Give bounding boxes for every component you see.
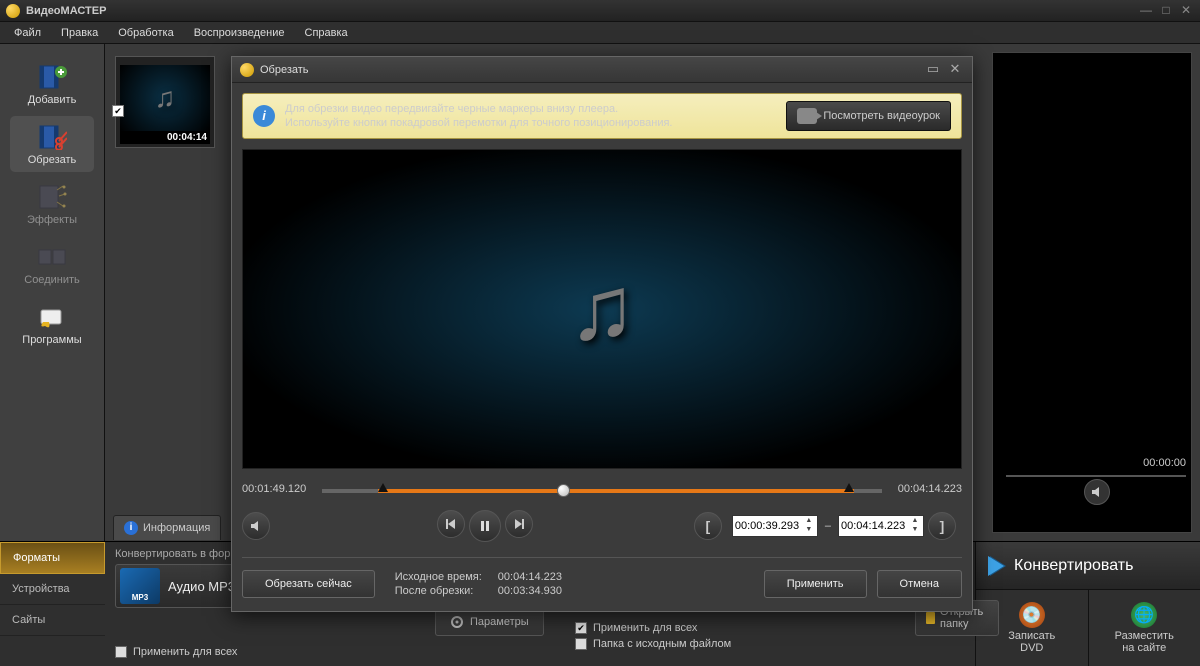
hint-line2: Используйте кнопки покадровой перемотки … [285, 116, 776, 130]
in-time-spinner[interactable]: ▲▼ [803, 517, 815, 535]
in-time-input[interactable]: 00:00:39.293 ▲▼ [732, 515, 818, 537]
camera-icon [797, 108, 817, 124]
src-time-value: 00:04:14.223 [498, 571, 562, 583]
timeline-time-left: 00:01:49.120 [242, 483, 306, 495]
frame-back-button[interactable] [437, 510, 465, 538]
trim-dialog: Обрезать ▭ ✕ i Для обрезки видео передви… [231, 56, 973, 612]
frame-back-icon [445, 518, 457, 530]
dialog-close-button[interactable]: ✕ [946, 62, 964, 78]
pause-icon [478, 519, 492, 533]
dialog-bottom-bar: Обрезать сейчас Исходное время: 00:04:14… [242, 557, 962, 599]
in-time-value: 00:00:39.293 [735, 520, 803, 532]
watch-tutorial-label: Посмотреть видеоурок [823, 110, 940, 122]
timeline-track[interactable] [322, 489, 882, 493]
music-note-icon: ♫ [568, 258, 636, 361]
watch-tutorial-button[interactable]: Посмотреть видеоурок [786, 101, 951, 131]
hint-line1: Для обрезки видео передвигайте черные ма… [285, 102, 776, 116]
set-out-button[interactable]: ] [928, 512, 956, 540]
out-time-input[interactable]: 00:04:14.223 ▲▼ [838, 515, 924, 537]
dialog-titlebar[interactable]: Обрезать ▭ ✕ [232, 57, 972, 83]
dialog-minimize-button[interactable]: ▭ [924, 62, 942, 78]
frame-forward-button[interactable] [505, 510, 533, 538]
playback-controls: [ 00:00:39.293 ▲▼ – 00:04:14.223 ▲▼ ] [242, 509, 962, 543]
volume-icon [249, 519, 263, 533]
src-time-label: Исходное время: [395, 570, 495, 584]
timeline-marker-out[interactable] [844, 483, 854, 492]
hint-text: Для обрезки видео передвигайте черные ма… [285, 102, 776, 130]
volume-button[interactable] [242, 512, 270, 540]
dialog-title: Обрезать [260, 64, 920, 76]
timeline-playhead[interactable] [557, 484, 570, 497]
hint-bar: i Для обрезки видео передвигайте черные … [242, 93, 962, 139]
hint-info-icon: i [253, 105, 275, 127]
dialog-preview: ♫ [242, 149, 962, 469]
timeline-selection [378, 489, 854, 493]
modal-overlay: Обрезать ▭ ✕ i Для обрезки видео передви… [0, 0, 1200, 666]
time-info: Исходное время: 00:04:14.223 После обрез… [395, 570, 562, 598]
cut-now-button[interactable]: Обрезать сейчас [242, 570, 375, 598]
out-time-value: 00:04:14.223 [841, 520, 909, 532]
play-pause-button[interactable] [469, 510, 501, 542]
set-in-button[interactable]: [ [694, 512, 722, 540]
frame-fwd-icon [513, 518, 525, 530]
out-time-spinner[interactable]: ▲▼ [909, 517, 921, 535]
cancel-button[interactable]: Отмена [877, 570, 962, 598]
timeline-marker-in[interactable] [378, 483, 388, 492]
after-cut-value: 00:03:34.930 [498, 585, 562, 597]
after-cut-label: После обрезки: [395, 584, 495, 598]
time-dash: – [822, 520, 834, 532]
timeline-time-right: 00:04:14.223 [898, 483, 962, 495]
dialog-logo-icon [240, 63, 254, 77]
apply-button[interactable]: Применить [764, 570, 867, 598]
trim-timeline[interactable]: 00:01:49.120 00:04:14.223 [242, 483, 962, 503]
